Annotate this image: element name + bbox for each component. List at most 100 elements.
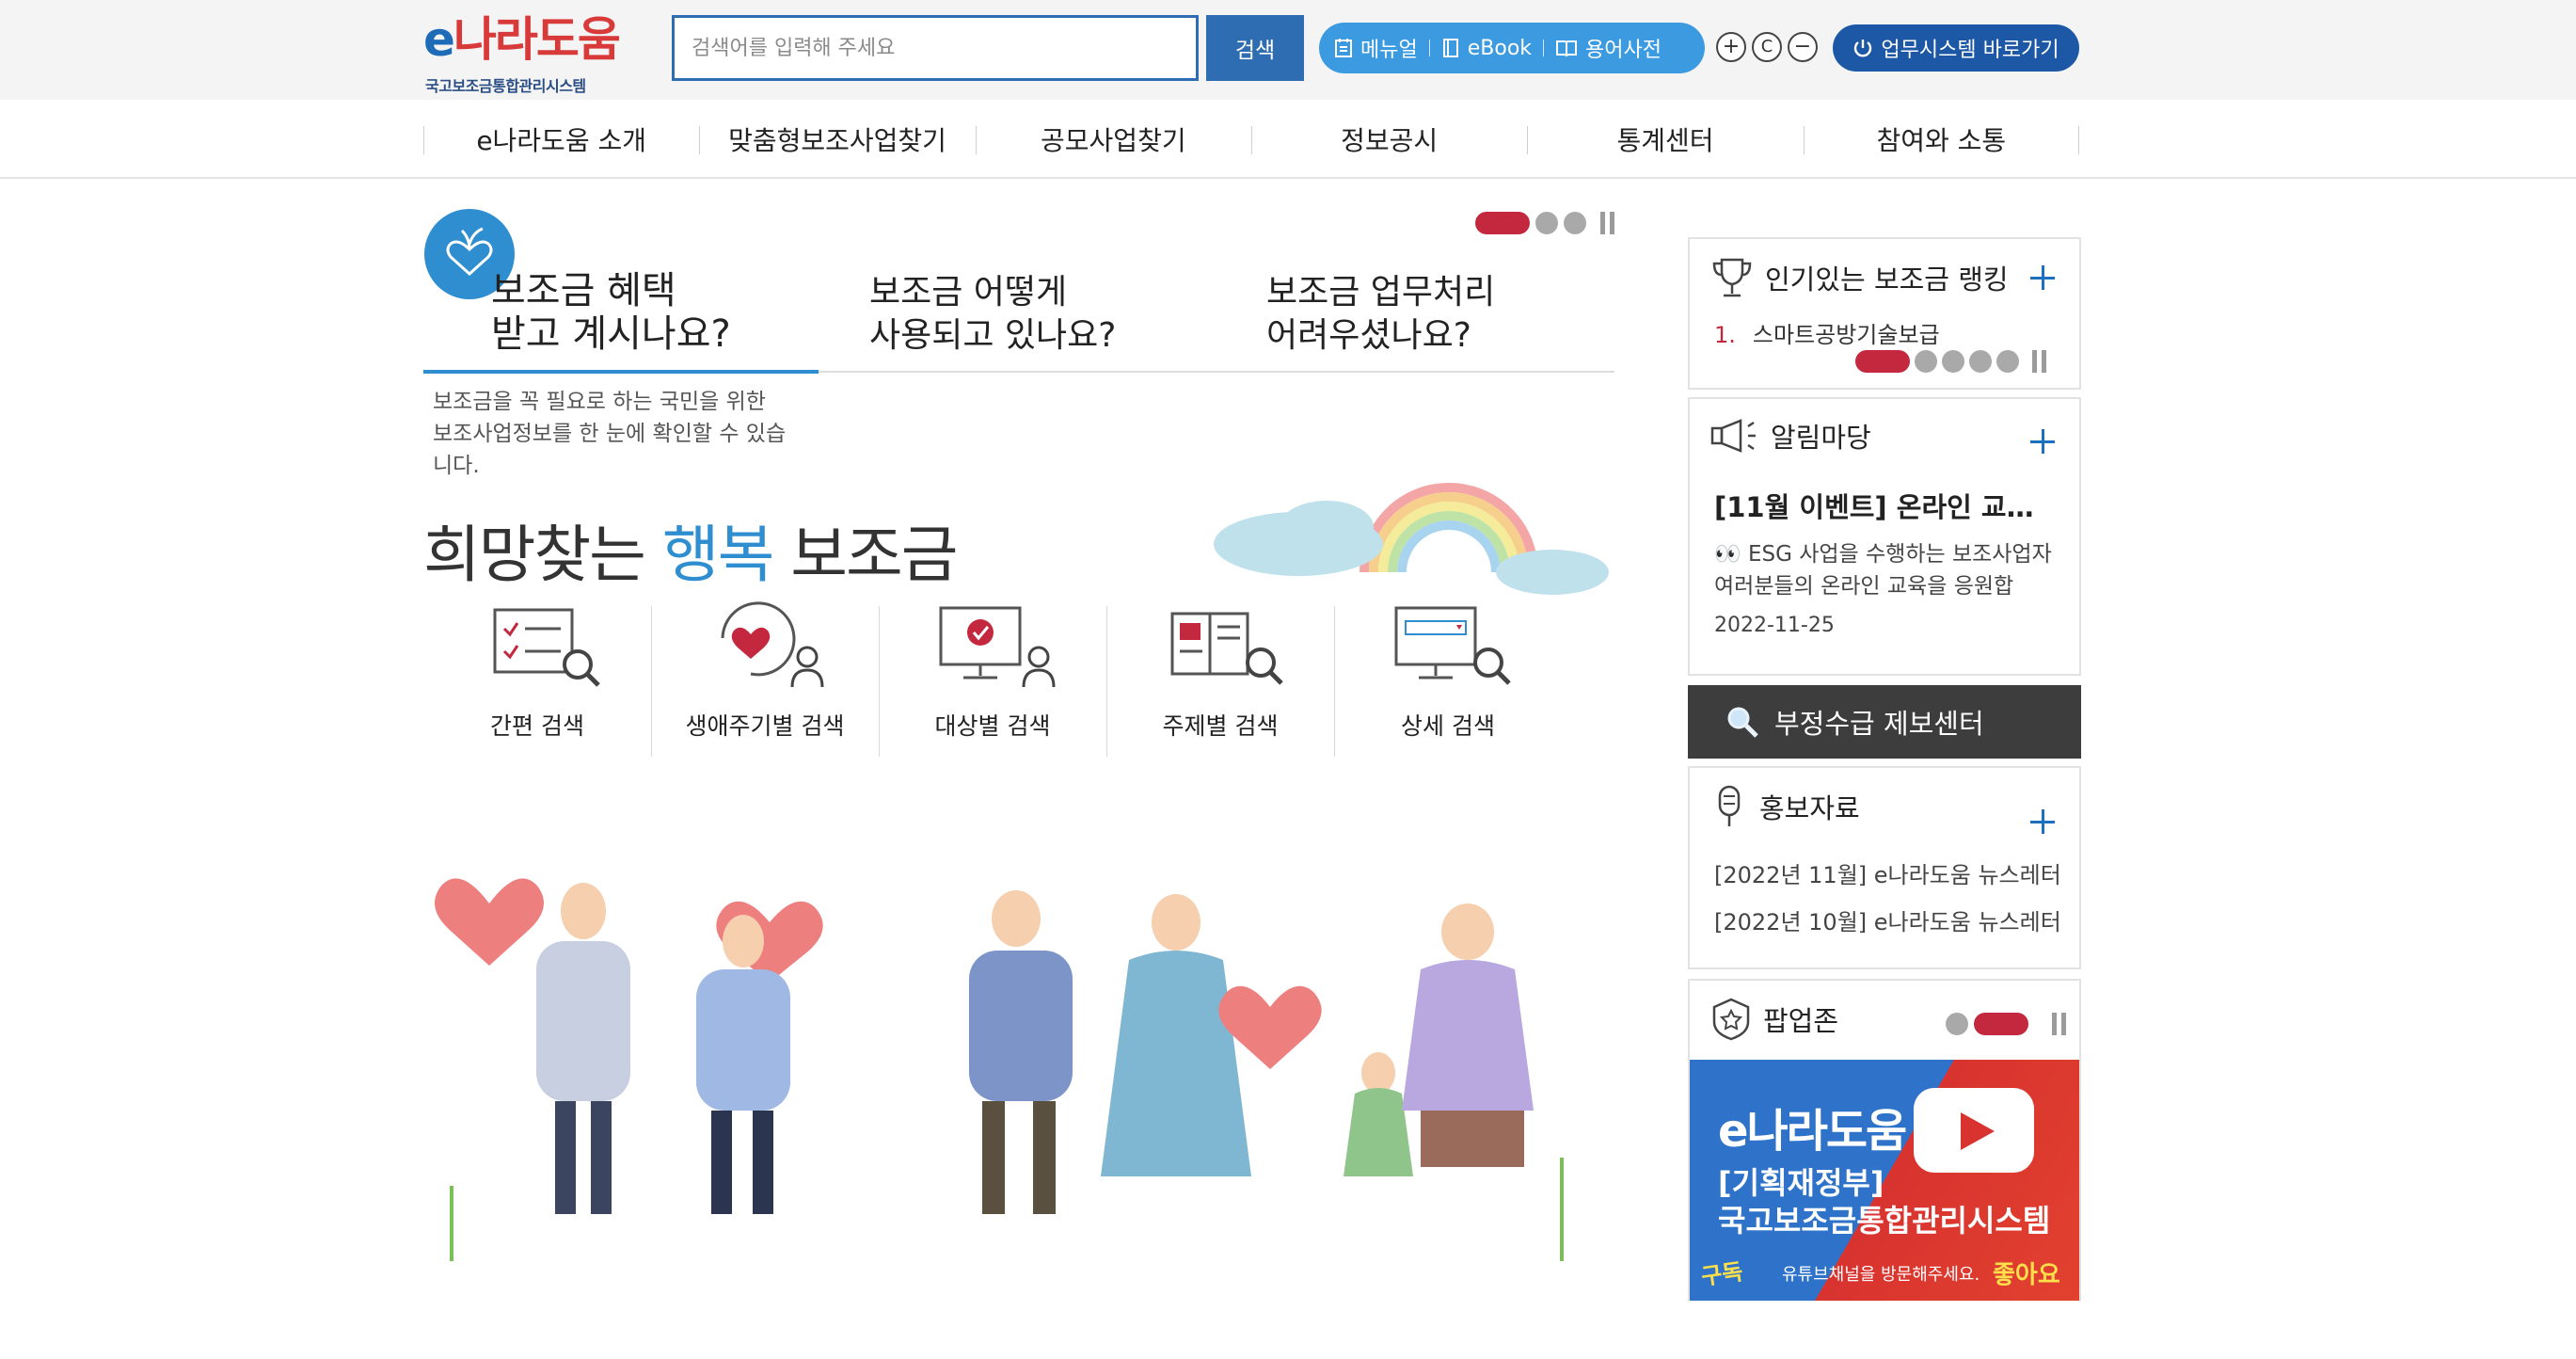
hope-title-after: 보조금 <box>772 519 958 591</box>
main-nav: e나라도움 소개 맞춤형보조사업찾기 공모사업찾기 정보공시 통계센터 참여와 … <box>423 100 2080 179</box>
hope-title: 희망찾는 행복 보조금 <box>423 504 958 595</box>
category-target-search-label: 대상별 검색 <box>934 712 1051 740</box>
logo-subtitle: 국고보조금통합관리시스템 <box>425 77 586 95</box>
tab-usage-line1: 보조금 어떻게 <box>869 273 1068 312</box>
pause-icon[interactable] <box>1598 212 1616 234</box>
notice-date: 2022-11-25 <box>1714 614 1835 637</box>
category-simple-search[interactable]: 간편 검색 <box>423 600 651 760</box>
slide-indicator[interactable] <box>1996 350 2019 373</box>
tab-description: 보조금을 꼭 필요로 하는 국민을 위한 보조사업정보를 한 눈에 확인할 수 … <box>433 390 787 478</box>
tab-benefits-line1: 보조금 혜택 <box>491 269 676 312</box>
ebook-link[interactable]: eBook <box>1441 37 1532 60</box>
tab-underline-active <box>423 370 819 374</box>
slide-indicator[interactable] <box>1942 350 1964 373</box>
nav-item-disclosure[interactable]: 정보공시 <box>1250 100 1527 179</box>
hope-title-accent: 행복 <box>661 519 774 591</box>
slide-indicator[interactable] <box>1535 212 1558 234</box>
zoom-out-button[interactable]: − <box>1788 32 1818 62</box>
microphone-icon <box>1718 785 1741 826</box>
tab-usage-line2: 사용되고 있나요? <box>869 316 1117 355</box>
notice-title-label: 알림마당 <box>1771 422 1871 454</box>
popup-title: 팝업존 <box>1763 1005 1839 1037</box>
pause-icon[interactable] <box>2049 1013 2068 1035</box>
main-slider-controls <box>1475 211 1616 235</box>
slide-indicator-active[interactable] <box>1475 212 1530 234</box>
category-detail-search-label: 상세 검색 <box>1401 712 1495 740</box>
tab-benefits[interactable]: 보조금 혜택 받고 계시나요? <box>491 269 731 356</box>
dictionary-label: 용어사전 <box>1585 39 1662 62</box>
pause-icon[interactable] <box>2029 350 2048 373</box>
family-hearts-illustration <box>435 878 1564 1261</box>
ebook-icon <box>1442 39 1458 57</box>
tab-process[interactable]: 보조금 업무처리 어려우셨나요? <box>1266 271 1495 358</box>
nav-item-contest[interactable]: 공모사업찾기 <box>975 100 1251 179</box>
ebook-label: eBook <box>1467 36 1533 60</box>
slide-indicator-active[interactable] <box>1855 350 1910 373</box>
tab-benefits-line2: 받고 계시나요? <box>491 312 731 356</box>
power-icon <box>1854 40 1872 57</box>
promo-item[interactable]: [2022년 10월] e나라도움 뉴스레터 <box>1714 903 2061 936</box>
ranking-title: 인기있는 보조금 랭킹 <box>1765 264 2009 296</box>
search-icon <box>1727 707 1758 738</box>
promo-item[interactable]: [2022년 11월] e나라도움 뉴스레터 <box>1714 856 2061 889</box>
utility-links: 메뉴얼 eBook 용어사전 <box>1319 23 1705 73</box>
ranking-header: 인기있는 보조금 랭킹 <box>1710 256 2009 299</box>
ranking-item-text: 스마트공방기술보급 <box>1752 322 1940 348</box>
popup-zone-panel: 팝업존 e나라도움 [기획재정부] 국고보조금통합관리시스템 구독 유튜브채널을… <box>1688 979 2081 1301</box>
ranking-item[interactable]: 1. 스마트공방기술보급 <box>1714 316 1940 349</box>
slide-indicator-active[interactable] <box>1974 1013 2028 1035</box>
checklist-search-icon <box>493 608 600 687</box>
lifecycle-heart-icon <box>721 601 824 688</box>
logo-brand-e: e <box>423 12 455 67</box>
nav-item-intro[interactable]: e나라도움 소개 <box>423 100 699 179</box>
nav-item-participation[interactable]: 참여와 소통 <box>1803 100 2080 179</box>
promo-title: 홍보자료 <box>1759 792 1860 824</box>
zoom-reset-button[interactable]: C <box>1752 32 1782 62</box>
work-system-button[interactable]: 업무시스템 바로가기 <box>1833 24 2079 72</box>
slide-indicator[interactable] <box>1969 350 1992 373</box>
slide-indicator[interactable] <box>1946 1013 1968 1035</box>
banner-brand: e나라도움 <box>1718 1105 1907 1158</box>
promo-panel: 홍보자료 [2022년 11월] e나라도움 뉴스레터 [2022년 10월] … <box>1688 766 2081 969</box>
category-detail-search[interactable]: 상세 검색 <box>1334 600 1562 760</box>
zoom-in-button[interactable]: + <box>1716 32 1746 62</box>
ranking-more-button[interactable] <box>2030 265 2055 290</box>
notice-body[interactable]: 👀 ESG 사업을 수행하는 보조사업자 여러분들의 온라인 교육을 응원합 <box>1714 538 2062 602</box>
ranking-panel: 인기있는 보조금 랭킹 1. 스마트공방기술보급 <box>1688 237 2081 390</box>
fraud-report-label: 부정수급 제보센터 <box>1774 708 1984 740</box>
notice-headline[interactable]: [11월 이벤트] 온라인 교육 응원 이벤트 <box>1714 486 2053 525</box>
fraud-report-button[interactable]: 부정수급 제보센터 <box>1688 685 2081 759</box>
banner-sub: 유튜브채널을 방문해주세요. <box>1782 1265 1980 1285</box>
separator <box>1543 40 1545 56</box>
monitor-search-icon <box>1394 606 1511 685</box>
megaphone-icon <box>1710 419 1756 453</box>
category-topic-search[interactable]: 주제별 검색 <box>1106 600 1334 760</box>
manual-icon <box>1335 39 1352 57</box>
notice-header: 알림마당 <box>1710 416 1871 456</box>
category-target-search[interactable]: 대상별 검색 <box>879 600 1106 760</box>
category-lifecycle-search[interactable]: 생애주기별 검색 <box>651 600 879 760</box>
notice-more-button[interactable] <box>2030 429 2055 454</box>
slide-indicator[interactable] <box>1915 350 1937 373</box>
work-system-label: 업무시스템 바로가기 <box>1881 39 2059 62</box>
notice-panel: 알림마당 [11월 이벤트] 온라인 교육 응원 이벤트 👀 ESG 사업을 수… <box>1688 397 2081 676</box>
tab-usage[interactable]: 보조금 어떻게 사용되고 있나요? <box>869 271 1116 358</box>
nav-item-statistics[interactable]: 통계센터 <box>1527 100 1803 179</box>
nav-item-custom-search[interactable]: 맞춤형보조사업찾기 <box>699 100 975 179</box>
ranking-slider-controls <box>1855 350 2048 373</box>
search-input[interactable] <box>672 15 1199 81</box>
search-button[interactable]: 검색 <box>1206 15 1304 81</box>
manual-label: 메뉴얼 <box>1360 39 1418 62</box>
manual-link[interactable]: 메뉴얼 <box>1334 33 1418 63</box>
slide-indicator[interactable] <box>1564 212 1586 234</box>
book-search-icon <box>1170 612 1283 685</box>
dictionary-link[interactable]: 용어사전 <box>1555 33 1662 63</box>
nav-divider <box>0 177 2576 179</box>
rainbow-cloud-illustration <box>1214 483 1609 595</box>
tab-process-line1: 보조금 업무처리 <box>1266 273 1496 312</box>
youtube-banner[interactable]: e나라도움 [기획재정부] 국고보조금통합관리시스템 구독 유튜브채널을 방문해… <box>1690 1060 2079 1301</box>
hope-title-before: 희망찾는 <box>423 519 662 591</box>
site-logo[interactable]: e나라도움 국고보조금통합관리시스템 <box>423 12 621 95</box>
subscribe-sticker: 구독 <box>1699 1258 1745 1290</box>
promo-more-button[interactable] <box>2030 809 2055 834</box>
